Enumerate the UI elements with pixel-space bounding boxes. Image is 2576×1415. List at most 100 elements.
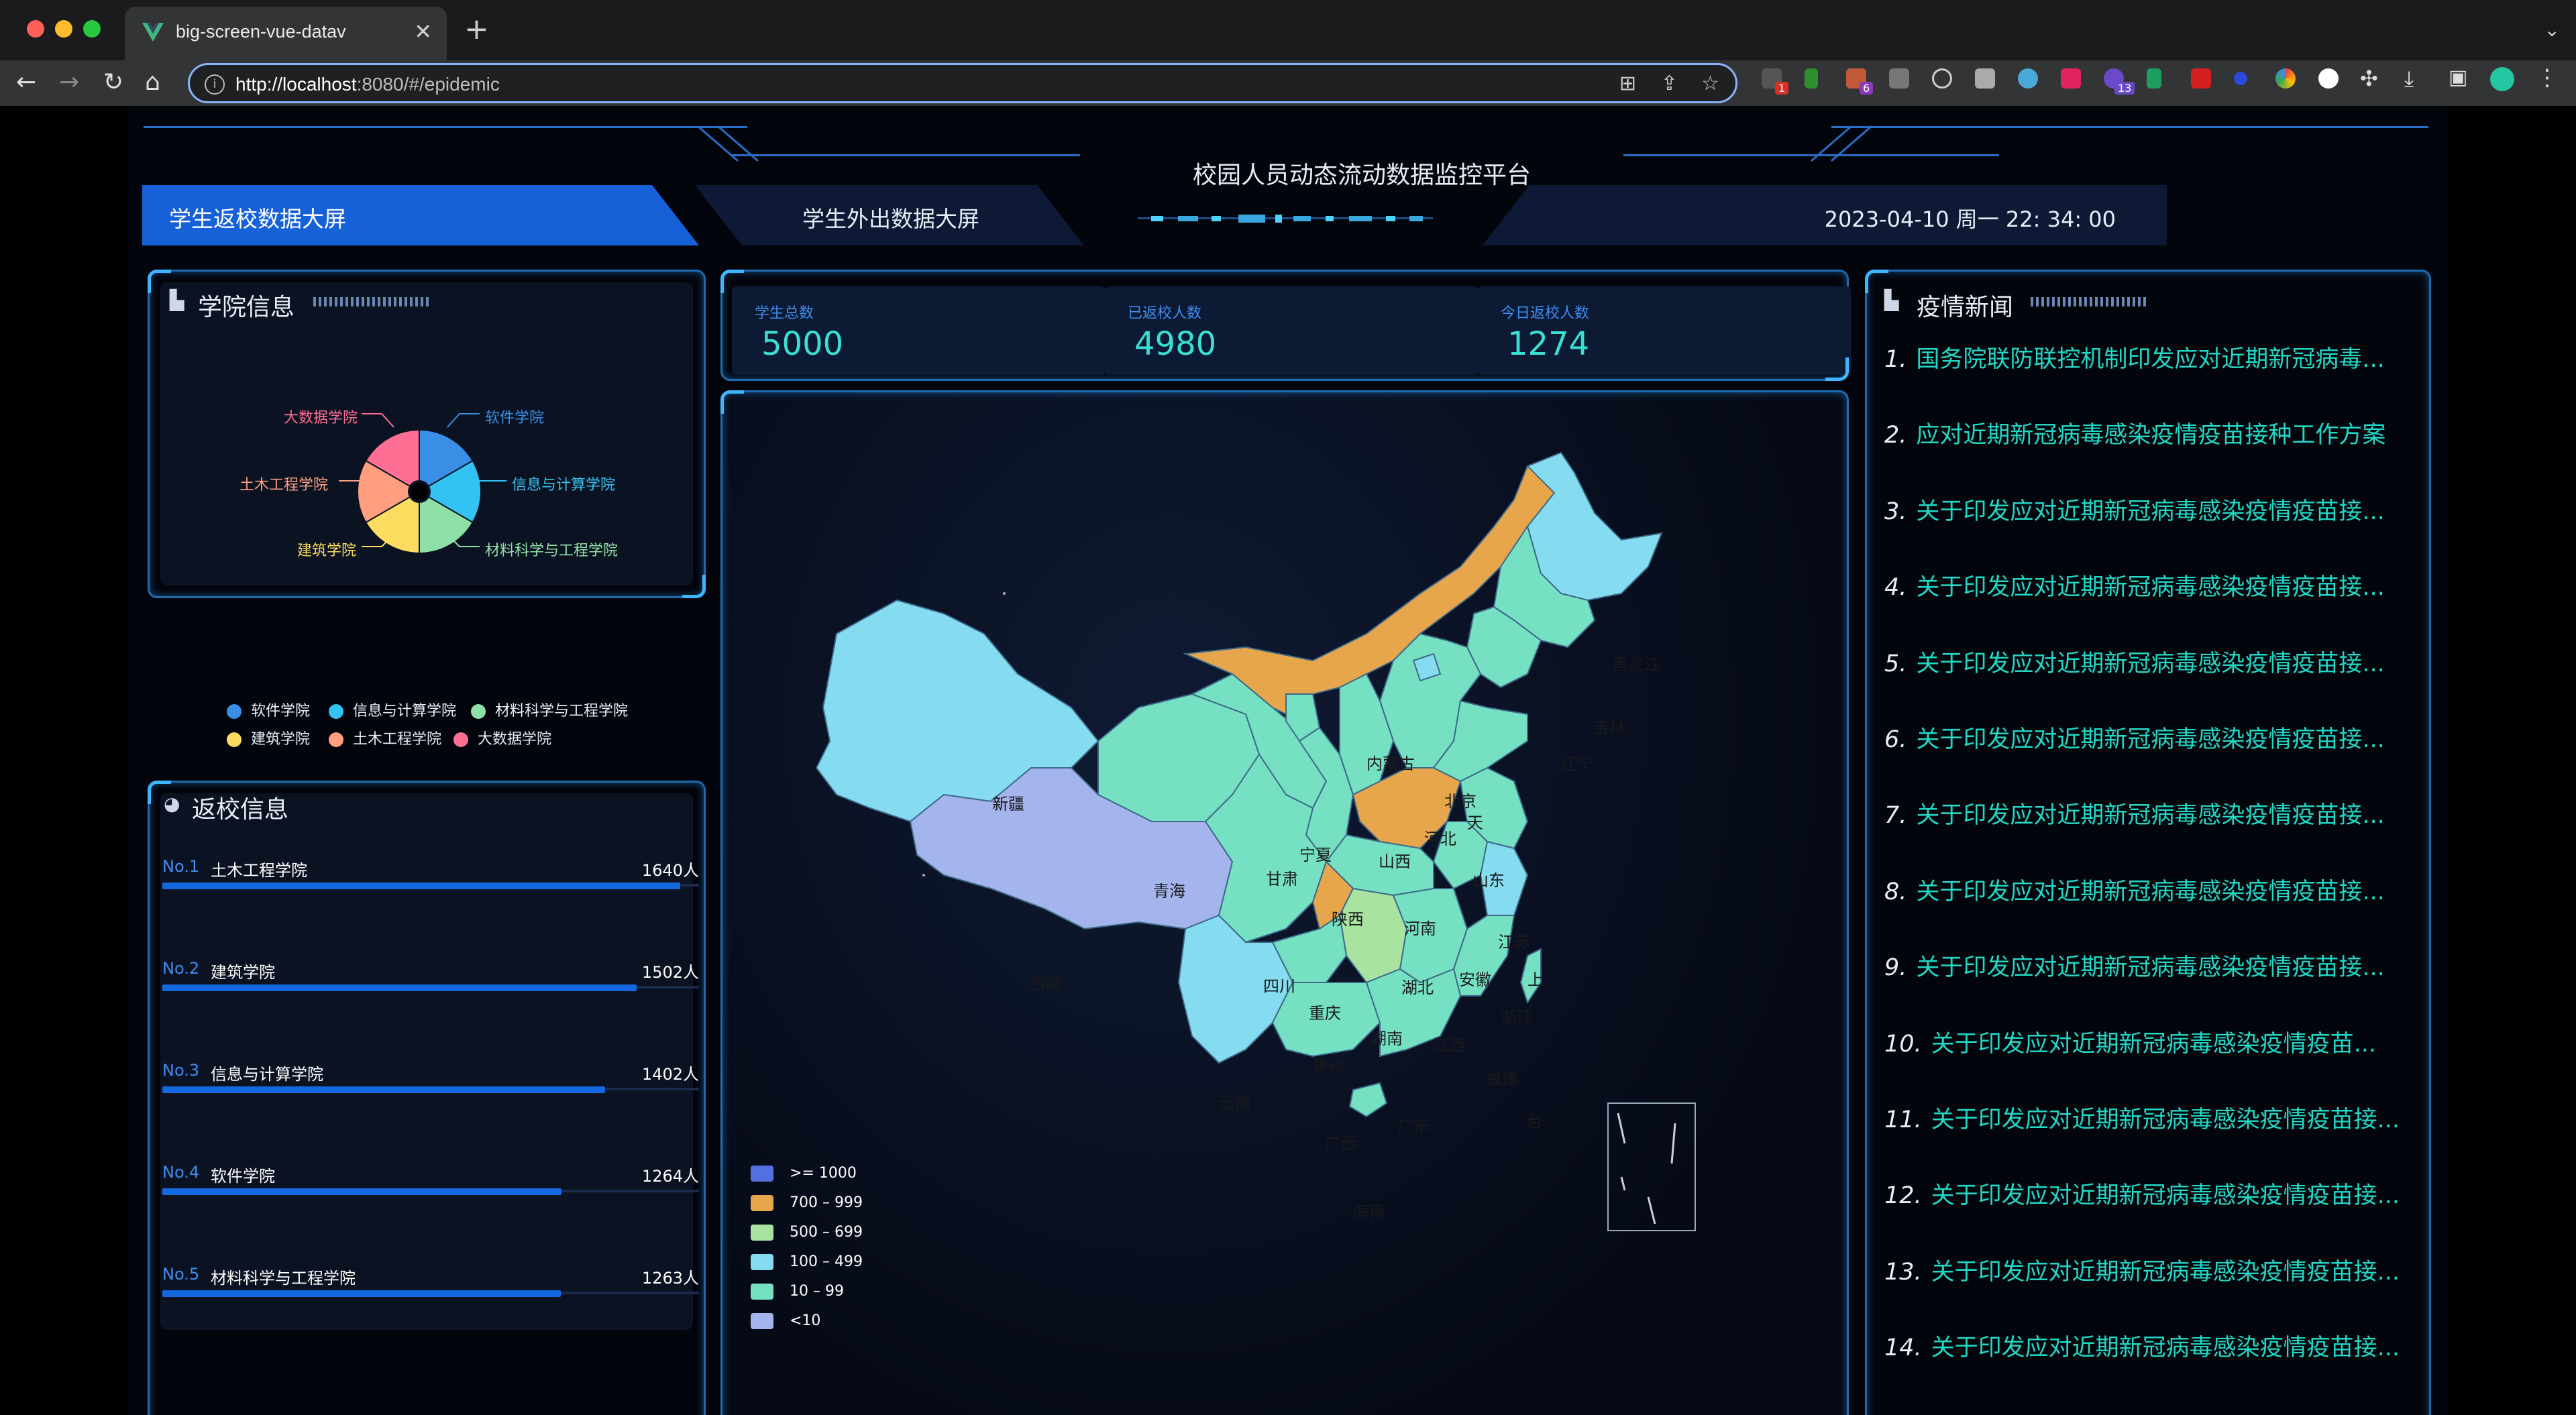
extension-icon[interactable] — [1805, 68, 1818, 89]
rank-bar-fill — [162, 1188, 561, 1195]
news-index: 6. — [1884, 726, 1907, 753]
legend-label: 10 – 99 — [790, 1283, 844, 1300]
legend-item-bigdata[interactable]: 大数据学院 — [453, 727, 551, 748]
news-index: 1. — [1884, 346, 1907, 373]
news-index: 2. — [1884, 422, 1907, 449]
news-index: 13. — [1884, 1258, 1922, 1286]
extension-icon[interactable] — [2318, 68, 2339, 89]
label-yunnan: 云南 — [1219, 1094, 1251, 1113]
legend-item-material[interactable]: 材料科学与工程学院 — [471, 699, 628, 720]
label-anhui: 安徽 — [1459, 970, 1491, 989]
legend-item-civil[interactable]: 土木工程学院 — [329, 727, 441, 748]
label-beijing: 北京 — [1444, 792, 1477, 811]
legend-label: <10 — [790, 1312, 821, 1329]
rank-value: 1502人 — [641, 963, 699, 982]
news-item[interactable]: 9. 关于印发应对近期新冠病毒感染疫情疫苗接... — [1884, 948, 2408, 982]
tab-close-icon[interactable]: ✕ — [414, 19, 432, 44]
header-decor-slants — [1811, 125, 1872, 162]
browser-tab[interactable]: big-screen-vue-datav ✕ — [125, 7, 447, 60]
extension-icon[interactable] — [2061, 68, 2081, 89]
reload-button[interactable]: ↻ — [103, 68, 123, 96]
news-index: 12. — [1884, 1182, 1922, 1210]
forward-button[interactable]: → — [59, 68, 79, 96]
back-button[interactable]: ← — [16, 68, 36, 96]
profile-avatar[interactable] — [2490, 67, 2514, 91]
extension-icon[interactable] — [2191, 68, 2211, 89]
title-decor-dash — [2031, 297, 2149, 306]
extension-icon[interactable] — [2234, 72, 2247, 85]
browser-menu-icon[interactable]: ⋮ — [2536, 64, 2559, 91]
window-close-button[interactable] — [27, 20, 44, 38]
news-item[interactable]: 4. 关于印发应对近期新冠病毒感染疫情疫苗接... — [1884, 568, 2408, 602]
map-legend-item[interactable]: 700 – 999 — [751, 1194, 863, 1211]
extension-icon[interactable] — [1932, 68, 1952, 89]
extension-icon[interactable] — [1889, 68, 1909, 89]
label-shandong: 山东 — [1472, 871, 1505, 890]
title-decor-dots — [1138, 215, 1433, 223]
map-region-hainan — [1348, 1082, 1388, 1118]
news-text: 应对近期新冠病毒感染疫情疫苗接种工作方案 — [1916, 422, 2386, 449]
news-item[interactable]: 10. 关于印发应对近期新冠病毒感染疫情疫苗... — [1884, 1025, 2408, 1059]
bookmark-star-icon[interactable]: ☆ — [1701, 72, 1719, 95]
new-tab-button[interactable]: + — [464, 12, 489, 46]
map-legend-item[interactable]: >= 1000 — [751, 1165, 857, 1182]
extension-icon[interactable] — [2147, 68, 2161, 89]
extension-icon[interactable] — [2275, 68, 2296, 89]
legend-item-software[interactable]: 软件学院 — [227, 699, 310, 720]
window-minimize-button[interactable] — [55, 20, 72, 38]
news-item[interactable]: 6. 关于印发应对近期新冠病毒感染疫情疫苗接... — [1884, 720, 2408, 754]
stat-total-label: 学生总数 — [755, 305, 814, 322]
map-legend-item[interactable]: 100 – 499 — [751, 1253, 863, 1270]
china-map[interactable] — [722, 392, 1847, 1415]
news-index: 9. — [1884, 954, 1907, 982]
translate-icon[interactable]: ⊞ — [1619, 72, 1636, 95]
stat-today: 今日返校人数 1274 — [1478, 286, 1851, 375]
map-legend-item[interactable]: 500 – 699 — [751, 1224, 863, 1241]
window-zoom-button[interactable] — [83, 20, 101, 38]
label-hubei: 湖北 — [1401, 978, 1434, 997]
news-item[interactable]: 14. 关于印发应对近期新冠病毒感染疫情疫苗接... — [1884, 1328, 2408, 1363]
label-ningxia: 宁夏 — [1299, 846, 1332, 864]
news-text: 关于印发应对近期新冠病毒感染疫情疫苗接... — [1916, 954, 2385, 982]
news-item[interactable]: 2. 应对近期新冠病毒感染疫情疫苗接种工作方案 — [1884, 416, 2408, 450]
news-item[interactable]: 12. 关于印发应对近期新冠病毒感染疫情疫苗接... — [1884, 1176, 2408, 1210]
site-info-icon[interactable]: i — [205, 74, 225, 95]
legend-item-arch[interactable]: 建筑学院 — [227, 727, 310, 748]
news-item[interactable]: 3. 关于印发应对近期新冠病毒感染疫情疫苗接... — [1884, 492, 2408, 526]
tab-return-screen[interactable]: 学生返校数据大屏 — [142, 185, 699, 245]
map-legend-item[interactable]: <10 — [751, 1312, 820, 1329]
news-text: 关于印发应对近期新冠病毒感染疫情疫苗接... — [1931, 1258, 2400, 1286]
news-item[interactable]: 5. 关于印发应对近期新冠病毒感染疫情疫苗接... — [1884, 644, 2408, 679]
extension-icon[interactable] — [1975, 68, 1995, 89]
extension-icon[interactable] — [2018, 68, 2038, 89]
tab-search-chevron-icon[interactable]: ⌄ — [2544, 19, 2560, 41]
rank-row: No.2 建筑学院 1502人 — [162, 955, 699, 1049]
news-item[interactable]: 11. 关于印发应对近期新冠病毒感染疫情疫苗接... — [1884, 1100, 2408, 1135]
side-panel-icon[interactable]: ▣ — [2449, 66, 2467, 89]
rank-row: No.3 信息与计算学院 1402人 — [162, 1057, 699, 1151]
extensions-puzzle-icon[interactable]: ✣ — [2360, 66, 2378, 91]
label-henan: 河南 — [1404, 919, 1436, 938]
tab-outing-screen[interactable]: 学生外出数据大屏 — [695, 185, 1084, 245]
share-icon[interactable]: ⇪ — [1661, 72, 1678, 95]
pie-label-civil: 土木工程学院 — [239, 477, 329, 494]
news-item[interactable]: 8. 关于印发应对近期新冠病毒感染疫情疫苗接... — [1884, 872, 2408, 907]
label-guangxi: 广西 — [1325, 1134, 1357, 1153]
news-item[interactable]: 7. 关于印发应对近期新冠病毒感染疫情疫苗接... — [1884, 796, 2408, 830]
legend-swatch — [751, 1284, 773, 1300]
news-index: 8. — [1884, 878, 1907, 905]
map-legend-item[interactable]: 10 – 99 — [751, 1283, 844, 1300]
tab-title: big-screen-vue-datav — [176, 21, 346, 42]
extension-badge: 13 — [2114, 82, 2135, 95]
home-button[interactable]: ⌂ — [145, 68, 160, 96]
legend-item-info[interactable]: 信息与计算学院 — [329, 699, 456, 720]
legend-swatch — [751, 1225, 773, 1241]
news-item[interactable]: 1. 国务院联防联控机制印发应对近期新冠病毒... — [1884, 340, 2408, 374]
address-bar[interactable]: i http://localhost:8080/#/epidemic ⊞ ⇪ ☆ — [188, 63, 1737, 103]
legend-swatch — [751, 1195, 773, 1211]
label-shanghai: 上 — [1527, 970, 1544, 989]
label-liaoning: 辽宁 — [1561, 754, 1593, 773]
download-icon[interactable]: ⤓ — [2404, 66, 2414, 92]
legend-dot-icon — [227, 732, 241, 747]
news-item[interactable]: 13. 关于印发应对近期新冠病毒感染疫情疫苗接... — [1884, 1253, 2408, 1287]
